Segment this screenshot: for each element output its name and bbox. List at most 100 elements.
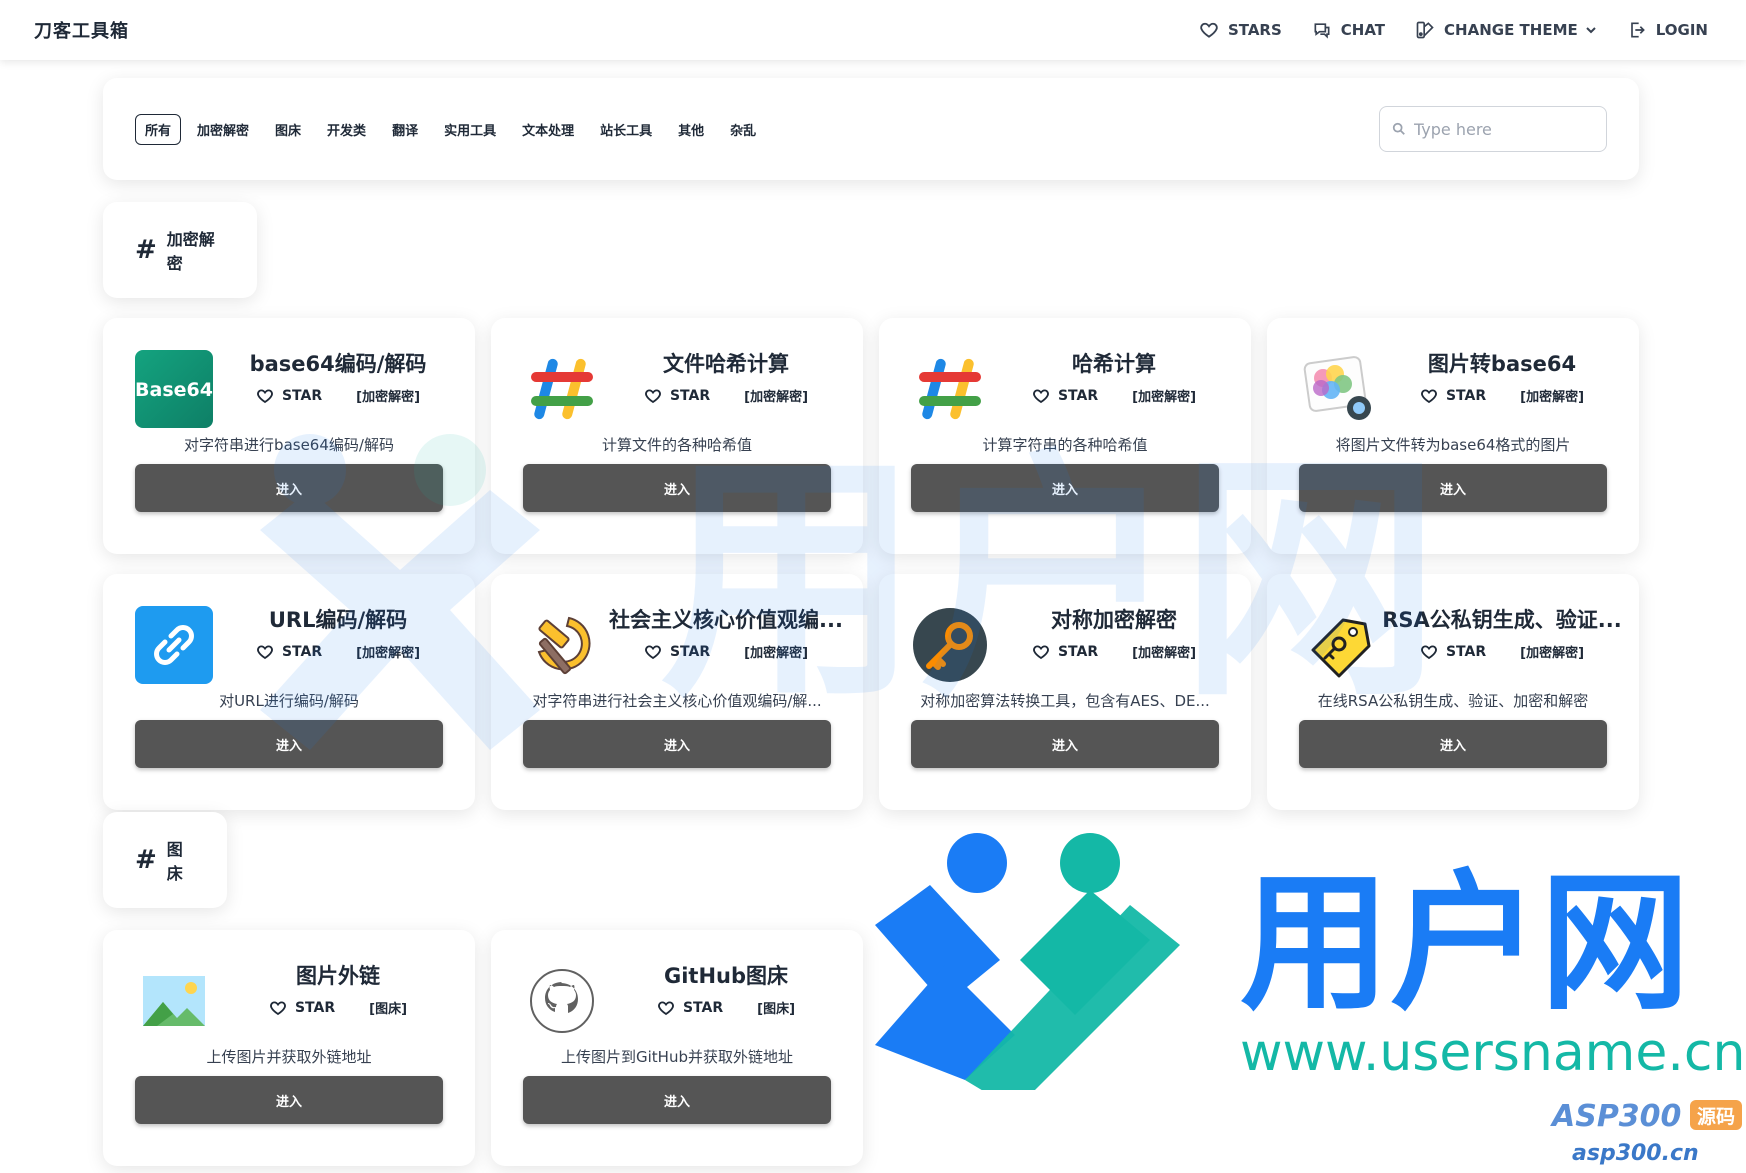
enter-button[interactable]: 进入 (135, 1076, 443, 1124)
heart-icon[interactable] (1420, 387, 1438, 405)
enter-button[interactable]: 进入 (1299, 720, 1607, 768)
nav-change-theme[interactable]: CHANGE THEME (1415, 20, 1597, 40)
asp300-watermark: ASP300 源码 asp300.cn (1550, 1099, 1742, 1166)
filter-bar: 所有 加密解密 图床 开发类 翻译 实用工具 文本处理 站长工具 其他 杂乱 (103, 78, 1639, 180)
heart-icon[interactable] (1032, 643, 1050, 661)
asp300-url: asp300.cn (1572, 1141, 1699, 1166)
enter-button[interactable]: 进入 (523, 464, 831, 512)
tool-card: 对称加密解密 STAR [加密解密] 对称加密算法转换工具，包含有AES、DE.… (879, 574, 1251, 810)
tab-encryption[interactable]: 加密解密 (187, 114, 259, 145)
enter-button[interactable]: 进入 (135, 720, 443, 768)
tool-description: 对字符串进行社会主义核心价值观编码/解... (532, 692, 822, 710)
hash-symbol: # (135, 235, 157, 265)
heart-icon[interactable] (1420, 643, 1438, 661)
chat-icon (1314, 23, 1330, 39)
landscape-image-icon (135, 962, 213, 1040)
enter-button[interactable]: 进入 (1299, 464, 1607, 512)
heart-icon[interactable] (256, 643, 274, 661)
star-label[interactable]: STAR (1058, 388, 1098, 404)
category-tag: [图床] (369, 1002, 408, 1017)
tool-name[interactable]: 图片外链 (296, 960, 380, 990)
tool-description: 上传图片到GitHub并获取外链地址 (561, 1048, 793, 1066)
heart-icon (1200, 22, 1218, 38)
tool-name[interactable]: 社会主义核心价值观编... (609, 604, 843, 634)
nav-chat[interactable]: CHAT (1312, 20, 1385, 40)
hash-icon (911, 350, 989, 428)
link-icon (135, 606, 213, 684)
tool-name[interactable]: GitHub图床 (664, 960, 788, 990)
tool-description: 对URL进行编码/解码 (219, 692, 359, 710)
tool-name[interactable]: RSA公私钥生成、验证... (1382, 604, 1621, 634)
section-header-encryption: # 加密解密 (103, 202, 257, 298)
image-convert-icon (1299, 350, 1377, 428)
tool-info: GitHub图床 STAR [图床] (601, 960, 851, 1017)
tool-card: 社会主义核心价值观编... STAR [加密解密] 对字符串进行社会主义核心价值… (491, 574, 863, 810)
tool-info: RSA公私钥生成、验证... STAR [加密解密] (1377, 604, 1627, 661)
tab-image-hosting[interactable]: 图床 (265, 114, 311, 145)
asp300-badge-text: ASP300 (1550, 1099, 1681, 1134)
star-label[interactable]: STAR (1446, 644, 1486, 660)
heart-icon[interactable] (657, 999, 675, 1017)
tab-webmaster-tools[interactable]: 站长工具 (590, 114, 662, 145)
heart-icon[interactable] (256, 387, 274, 405)
star-label[interactable]: STAR (683, 1000, 723, 1016)
tab-all[interactable]: 所有 (135, 113, 182, 145)
category-tag: [加密解密] (744, 390, 809, 405)
tool-meta: STAR [加密解密] (644, 386, 808, 405)
section-header-image-hosting: # 图床 (103, 812, 227, 908)
login-icon (1630, 22, 1645, 38)
tab-development[interactable]: 开发类 (317, 114, 376, 145)
tool-meta: STAR [图床] (269, 998, 407, 1017)
tool-name[interactable]: 文件哈希计算 (663, 348, 789, 378)
tool-name[interactable]: base64编码/解码 (250, 348, 427, 378)
enter-button[interactable]: 进入 (523, 1076, 831, 1124)
tool-name[interactable]: 对称加密解密 (1051, 604, 1177, 634)
star-label[interactable]: STAR (670, 644, 710, 660)
heart-icon[interactable] (644, 387, 662, 405)
tab-text-processing[interactable]: 文本处理 (512, 114, 584, 145)
heart-icon[interactable] (1032, 387, 1050, 405)
search-input[interactable] (1414, 119, 1594, 139)
tool-name[interactable]: URL编码/解码 (269, 604, 407, 634)
star-label[interactable]: STAR (282, 644, 322, 660)
category-tag: [加密解密] (1132, 390, 1197, 405)
nav-login-label: LOGIN (1655, 21, 1708, 39)
heart-icon[interactable] (644, 643, 662, 661)
nav-login[interactable]: LOGIN (1627, 20, 1708, 40)
tool-card: URL编码/解码 STAR [加密解密] 对URL进行编码/解码 进入 (103, 574, 475, 810)
tool-meta: STAR [加密解密] (1032, 386, 1196, 405)
star-label[interactable]: STAR (282, 388, 322, 404)
star-label[interactable]: STAR (295, 1000, 335, 1016)
base64-icon: Base64 (135, 350, 213, 428)
star-label[interactable]: STAR (1058, 644, 1098, 660)
star-label[interactable]: STAR (670, 388, 710, 404)
enter-button[interactable]: 进入 (523, 720, 831, 768)
tool-card: Base64 base64编码/解码 STAR [加密解密] 对字符串进行bas… (103, 318, 475, 554)
watermark-site-url: www.usersname.cn (1240, 1023, 1745, 1083)
heart-icon[interactable] (269, 999, 287, 1017)
tab-misc[interactable]: 杂乱 (720, 114, 766, 145)
enter-button[interactable]: 进入 (911, 464, 1219, 512)
palette-icon (1416, 21, 1434, 39)
nav-stars[interactable]: STARS (1199, 20, 1282, 40)
tool-meta: STAR [加密解密] (1420, 386, 1584, 405)
tab-translation[interactable]: 翻译 (382, 114, 428, 145)
tool-name[interactable]: 图片转base64 (1428, 348, 1576, 378)
category-tag: [加密解密] (1520, 646, 1585, 661)
enter-button[interactable]: 进入 (911, 720, 1219, 768)
nav-chat-label: CHAT (1340, 21, 1386, 39)
tab-utilities[interactable]: 实用工具 (434, 114, 506, 145)
category-tag: [加密解密] (1520, 390, 1585, 405)
tool-name[interactable]: 哈希计算 (1072, 348, 1156, 378)
tool-card: RSA公私钥生成、验证... STAR [加密解密] 在线RSA公私钥生成、验证… (1267, 574, 1639, 810)
tool-meta: STAR [加密解密] (1032, 642, 1196, 661)
tab-other[interactable]: 其他 (668, 114, 714, 145)
key-icon (911, 606, 989, 684)
tool-info: 文件哈希计算 STAR [加密解密] (601, 348, 851, 405)
tool-card: 文件哈希计算 STAR [加密解密] 计算文件的各种哈希值 进入 (491, 318, 863, 554)
site-brand[interactable]: 刀客工具箱 (34, 17, 129, 43)
tool-meta: STAR [图床] (657, 998, 795, 1017)
search-box[interactable] (1379, 106, 1607, 152)
enter-button[interactable]: 进入 (135, 464, 443, 512)
star-label[interactable]: STAR (1446, 388, 1486, 404)
